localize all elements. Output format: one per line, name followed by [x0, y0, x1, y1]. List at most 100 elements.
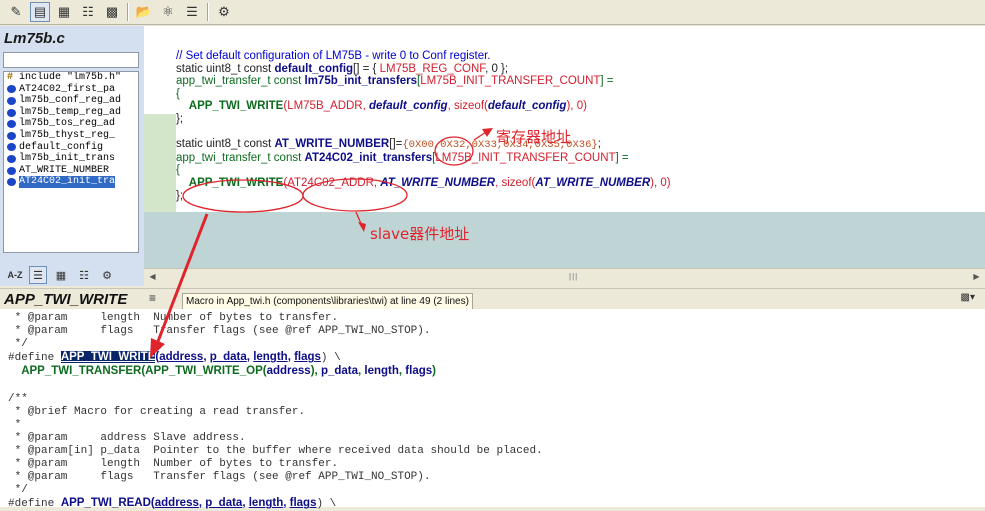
code-identifier: AT_WRITE_NUMBER: [380, 176, 496, 189]
code-directive: #define: [8, 498, 61, 511]
list-item-selected[interactable]: AT24C02_init_tra: [4, 176, 138, 188]
list-item[interactable]: lm75b_temp_reg_ad: [4, 107, 138, 119]
book-icon[interactable]: ☷: [78, 2, 98, 22]
symbol-label: default_config: [19, 141, 104, 153]
code-macro: APP_TWI_WRITE: [188, 100, 284, 113]
open-folder-icon[interactable]: 📂: [134, 2, 154, 22]
code-param[interactable]: length: [253, 351, 288, 363]
symbol-label: include "lm75b.h": [19, 72, 122, 83]
scroll-left-icon[interactable]: ◀: [147, 271, 158, 282]
variable-icon: [7, 120, 16, 129]
code-param[interactable]: length: [249, 497, 284, 509]
code-constant: LM75B_INIT_TRANSFER_COUNT: [420, 75, 601, 88]
code-param: address: [266, 365, 311, 378]
edit-icon[interactable]: ✎: [6, 2, 26, 22]
code-constant: LM75B_ADDR: [287, 100, 363, 113]
code-param[interactable]: address: [155, 497, 199, 509]
main-toolbar: ✎ ▤ ▦ ☷ ▩ 📂 ⚛ ☰ ⚙: [0, 0, 985, 25]
code-identifier: AT_WRITE_NUMBER: [535, 176, 651, 189]
window-icon[interactable]: ▤: [30, 2, 50, 22]
scroll-grip-icon[interactable]: |||: [569, 272, 578, 281]
code-param[interactable]: address: [159, 351, 203, 363]
code-param: p_data: [320, 365, 359, 378]
code-identifier: default_config: [487, 100, 567, 113]
code-comment: * @param address Slave address.: [8, 431, 246, 444]
symbols-icon[interactable]: ▦: [52, 266, 70, 284]
toolbar-separator: [207, 3, 209, 21]
code-token: static uint8_t const: [176, 138, 275, 151]
code-param[interactable]: p_data: [210, 351, 247, 363]
code-macro[interactable]: APP_TWI_WRITE_OP: [145, 365, 263, 377]
horizontal-scrollbar[interactable]: ◀ ||| ▶: [144, 268, 985, 284]
code-param[interactable]: p_data: [205, 497, 242, 509]
change-marker: [144, 114, 176, 212]
code-macro[interactable]: APP_TWI_READ: [61, 497, 151, 509]
variable-icon: [7, 85, 16, 94]
code-token: static uint8_t const: [176, 62, 275, 75]
code-token: {: [176, 164, 180, 177]
code-keyword: sizeof: [453, 100, 485, 113]
sort-az-button[interactable]: A-Z: [6, 266, 24, 284]
code-token: []=: [389, 138, 403, 151]
list-icon[interactable]: ☰: [182, 2, 202, 22]
relation-icon[interactable]: ▩: [102, 2, 122, 22]
context-window[interactable]: * @param length Number of bytes to trans…: [0, 309, 985, 510]
code-identifier: AT_WRITE_NUMBER: [274, 138, 390, 151]
code-comment: * @param flags Transfer flags (see @ref …: [8, 471, 431, 484]
context-info-tooltip: Macro in App_twi.h (components\libraries…: [182, 293, 473, 310]
list-view-icon[interactable]: ☰: [29, 266, 47, 284]
symbol-label: AT24C02_first_pa: [19, 83, 116, 95]
symbol-search-input[interactable]: [3, 52, 139, 68]
symbol-info-icon[interactable]: ≡: [149, 291, 156, 305]
code-param[interactable]: flags: [290, 497, 317, 509]
symbol-label: lm75b_conf_reg_ad: [19, 95, 122, 107]
code-comment: * @brief Macro for creating a read trans…: [8, 405, 306, 418]
list-item[interactable]: default_config: [4, 142, 138, 154]
code-comment: * @param flags Transfer flags (see @ref …: [8, 325, 431, 338]
code-param: flags: [405, 365, 433, 378]
context-code[interactable]: * @param length Number of bytes to trans…: [8, 312, 543, 511]
list-item[interactable]: AT24C02_first_pa: [4, 84, 138, 96]
source-code[interactable]: // Set default configuration of LM75B - …: [176, 50, 671, 202]
code-editor[interactable]: // Set default configuration of LM75B - …: [144, 26, 985, 212]
code-token: ] =: [615, 151, 629, 164]
code-type: app_twi_transfer_t const: [176, 151, 305, 164]
symbol-label: AT_WRITE_NUMBER: [19, 164, 110, 176]
code-token: ] =: [600, 75, 614, 88]
code-macro: APP_TWI_WRITE: [188, 176, 284, 189]
list-item[interactable]: lm75b_tos_reg_ad: [4, 118, 138, 130]
code-comment: * @param length Number of bytes to trans…: [8, 312, 339, 324]
window-restore-icon[interactable]: ▩▾: [961, 292, 975, 303]
variable-icon: [7, 166, 16, 175]
code-comment: * @param[in] p_data Pointer to the buffe…: [8, 444, 543, 457]
list-item[interactable]: lm75b_conf_reg_ad: [4, 95, 138, 107]
code-type: app_twi_transfer_t const: [176, 75, 305, 88]
code-macro[interactable]: APP_TWI_TRANSFER: [21, 365, 141, 377]
include-icon: #: [7, 72, 14, 84]
code-param[interactable]: flags: [294, 351, 321, 363]
context-symbol-title: APP_TWI_WRITE: [4, 291, 128, 308]
symbol-label: lm75b_temp_reg_ad: [19, 106, 122, 118]
code-constant: AT24C02_ADDR: [287, 176, 374, 189]
list-item[interactable]: AT_WRITE_NUMBER: [4, 165, 138, 177]
code-token: };: [176, 189, 184, 202]
context-window-header: APP_TWI_WRITE ≡ Macro in App_twi.h (comp…: [0, 288, 985, 310]
settings-icon[interactable]: ⚙: [98, 266, 116, 284]
scroll-right-icon[interactable]: ▶: [971, 271, 982, 282]
book-icon[interactable]: ☷: [75, 266, 93, 284]
variable-icon: [7, 143, 16, 152]
symbols-icon[interactable]: ▦: [54, 2, 74, 22]
settings-icon[interactable]: ⚙: [214, 2, 234, 22]
toolbar-separator: [127, 3, 129, 21]
code-param: length: [364, 365, 399, 378]
list-item[interactable]: # include "lm75b.h": [4, 72, 138, 84]
symbol-list[interactable]: # include "lm75b.h" AT24C02_first_pa lm75…: [3, 71, 139, 253]
list-item[interactable]: lm75b_init_trans: [4, 153, 138, 165]
editor-empty-area[interactable]: [144, 212, 985, 268]
symbol-label: lm75b_init_trans: [19, 153, 116, 165]
list-item[interactable]: lm75b_thyst_reg_: [4, 130, 138, 142]
project-icon[interactable]: ⚛: [158, 2, 178, 22]
code-comment: * @param length Number of bytes to trans…: [8, 458, 339, 471]
selected-macro-name[interactable]: APP_TWI_WRITE: [60, 351, 156, 364]
